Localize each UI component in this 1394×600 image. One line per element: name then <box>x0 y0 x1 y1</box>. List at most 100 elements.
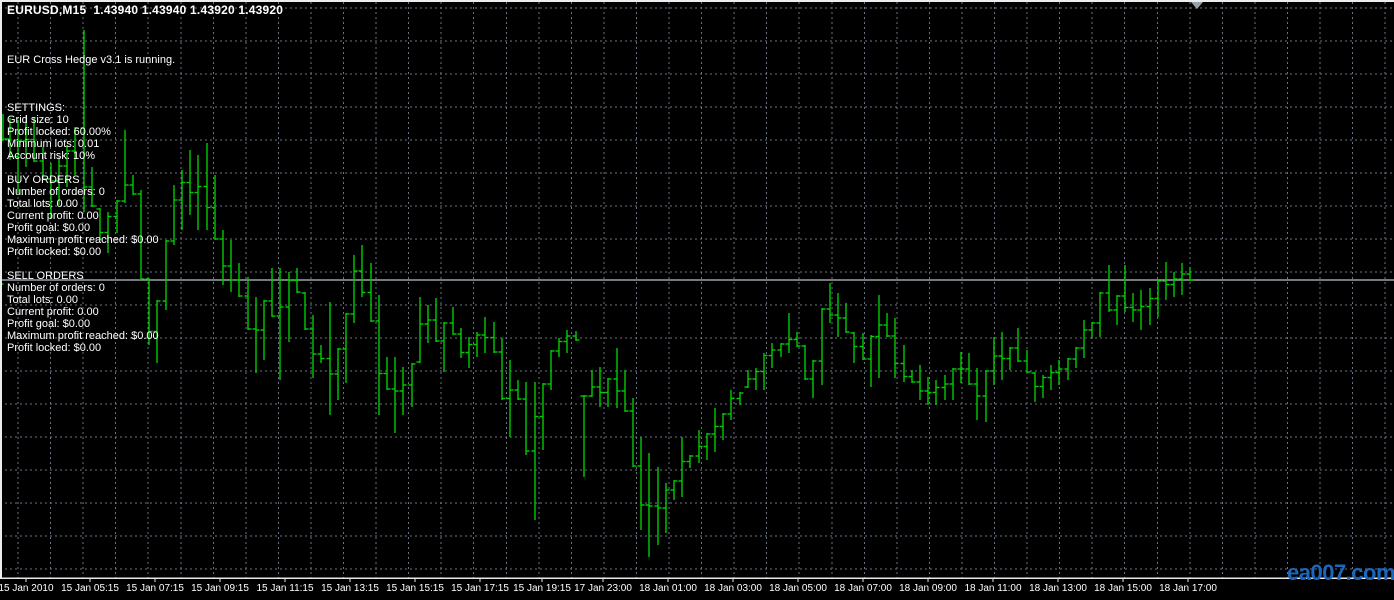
ea-row: Profit goal: $0.00 <box>7 222 175 234</box>
ohlc-bar <box>548 350 555 390</box>
ea-row: Profit locked: $0.00 <box>7 342 175 354</box>
ohlc-bar <box>359 245 366 297</box>
ohlc-bar <box>220 230 227 285</box>
ohlc-bar <box>277 268 284 380</box>
ea-section: SELL ORDERSNumber of orders: 0Total lots… <box>7 270 175 354</box>
time-axis-label: 15 Jan 17:15 <box>451 583 509 594</box>
ohlc-bar <box>269 268 276 317</box>
time-axis-label: 15 Jan 11:15 <box>256 583 313 594</box>
ea-row: Profit locked: 60.00% <box>7 126 175 138</box>
ohlc-bar <box>499 338 506 400</box>
ohlc-bar <box>638 437 645 530</box>
ohlc-bar <box>392 357 399 433</box>
ohlc-bar <box>630 398 637 467</box>
ohlc-bar <box>679 437 686 497</box>
ea-section-header: SETTINGS: <box>7 102 175 114</box>
ea-row: Account risk: 10% <box>7 150 175 162</box>
ohlc-bar <box>286 272 293 342</box>
time-axis[interactable]: 15 Jan 201015 Jan 05:1515 Jan 07:1515 Ja… <box>0 581 1394 600</box>
ohlc-bar <box>1065 358 1072 380</box>
time-axis-label: 15 Jan 07:15 <box>126 583 184 594</box>
time-axis-label: 18 Jan 09:00 <box>899 583 957 594</box>
ohlc-bar <box>425 305 432 343</box>
ohlc-bar <box>819 308 826 385</box>
ea-row: Current profit: 0.00 <box>7 306 175 318</box>
time-axis-label: 18 Jan 03:00 <box>704 583 762 594</box>
time-axis-label: 18 Jan 15:00 <box>1094 583 1152 594</box>
ohlc-bar <box>1089 322 1096 338</box>
ohlc-bar <box>450 307 457 335</box>
ea-row: Minimum lots: 0.01 <box>7 138 175 150</box>
ohlc-bar <box>507 360 514 437</box>
ohlc-bar <box>687 455 694 468</box>
ohlc-bar <box>1179 263 1186 295</box>
ohlc-bar <box>737 392 744 405</box>
ohlc-bar <box>851 332 858 363</box>
ohlc-bar <box>942 375 949 400</box>
ea-row: Total lots: 0.00 <box>7 294 175 306</box>
ohlc-bar <box>884 313 891 337</box>
time-axis-label: 18 Jan 07:00 <box>834 583 892 594</box>
chart-shift-marker-icon[interactable] <box>1191 2 1203 9</box>
ohlc-bar <box>556 338 563 357</box>
time-axis-label: 15 Jan 15:15 <box>386 583 444 594</box>
ohlc-bar <box>458 328 465 358</box>
ohlc-bar <box>810 360 817 398</box>
ohlc-bar <box>909 370 916 383</box>
ohlc-bar <box>253 297 260 373</box>
ohlc-bar <box>614 348 621 408</box>
ohlc-bar <box>933 380 940 405</box>
ohlc-bar <box>605 378 612 407</box>
ohlc-bar <box>966 353 973 385</box>
ohlc-bar <box>622 370 629 412</box>
ohlc-bar <box>958 352 965 383</box>
time-axis-label: 18 Jan 17:00 <box>1159 583 1217 594</box>
ohlc-bar <box>1032 372 1039 402</box>
ohlc-bar <box>466 337 473 368</box>
ohlc-bar <box>179 170 186 230</box>
ohlc-bar <box>1081 320 1088 358</box>
chart-title: EURUSD,M15 1.43940 1.43940 1.43920 1.439… <box>7 3 283 17</box>
ohlc-bar <box>1056 360 1063 385</box>
ohlc-bar <box>327 302 334 415</box>
ohlc-bar <box>794 332 801 347</box>
ohlc-bar <box>409 363 416 407</box>
ea-section: BUY ORDERSNumber of orders: 0Total lots:… <box>7 174 175 258</box>
ea-row: Maximum profit reached: $0.00 <box>7 330 175 342</box>
ohlc-bar <box>261 300 268 360</box>
ohlc-bar <box>753 368 760 390</box>
ohlc-bar <box>974 368 981 420</box>
ohlc-bar <box>1147 288 1154 325</box>
ohlc-bar <box>368 263 375 322</box>
time-axis-label: 15 Jan 09:15 <box>191 583 249 594</box>
window-border <box>0 0 1394 578</box>
ohlc-bar <box>318 345 325 363</box>
price-chart[interactable] <box>0 0 1394 600</box>
price-bars <box>0 30 1194 557</box>
ohlc-bar <box>712 408 719 452</box>
ohlc-bar <box>351 255 358 323</box>
time-axis-label: 18 Jan 01:00 <box>639 583 697 594</box>
ea-section-header: BUY ORDERS <box>7 174 175 186</box>
ohlc-bar <box>597 367 604 407</box>
ohlc-bar <box>802 345 809 380</box>
ohlc-bar <box>925 377 932 405</box>
ohlc-bar <box>1187 267 1194 281</box>
ohlc-bar <box>892 318 899 378</box>
ohlc-bar <box>204 143 211 230</box>
time-axis-label: 17 Jan 23:00 <box>574 583 632 594</box>
ohlc-bar <box>1097 292 1104 337</box>
ohlc-bar <box>515 380 522 400</box>
time-axis-label: 15 Jan 2010 <box>0 583 54 594</box>
ohlc-bar <box>745 370 752 388</box>
ohlc-bar <box>581 395 588 477</box>
time-axis-label: 18 Jan 05:00 <box>769 583 827 594</box>
ea-section: SETTINGS:Grid size: 10Profit locked: 60.… <box>7 102 175 162</box>
ohlc-bar <box>835 293 842 337</box>
ea-row: Grid size: 10 <box>7 114 175 126</box>
ohlc-bar <box>195 155 202 230</box>
ohlc-bar <box>589 370 596 397</box>
ohlc-bar <box>384 357 391 390</box>
ohlc-bar <box>868 335 875 387</box>
ohlc-bar <box>335 348 342 400</box>
